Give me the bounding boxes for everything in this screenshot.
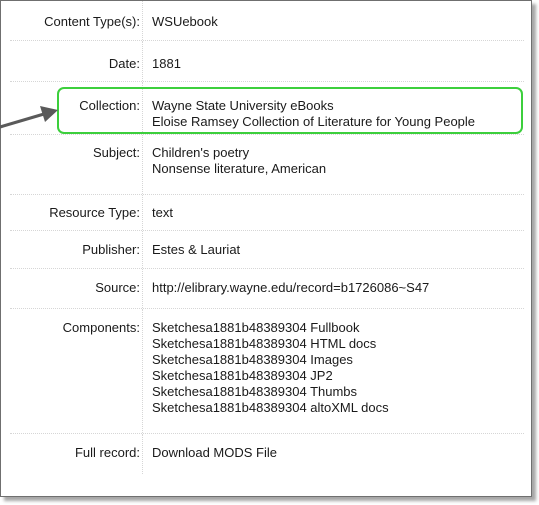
label-resource-type: Resource Type: <box>49 205 140 220</box>
row-full-record: Full record: Download MODS File <box>10 434 524 474</box>
component-link-thumbs[interactable]: Sketchesa1881b48389304 Thumbs <box>152 384 524 400</box>
row-resource-type: Resource Type: text <box>10 195 524 231</box>
row-content-type: Content Type(s): WSUebook <box>10 1 524 41</box>
value-full-record: Download MODS File <box>144 434 524 474</box>
component-link-jp2[interactable]: Sketchesa1881b48389304 JP2 <box>152 368 524 384</box>
label-content-type: Content Type(s): <box>44 14 140 29</box>
row-date: Date: 1881 <box>10 41 524 82</box>
value-collection: Wayne State University eBooks Eloise Ram… <box>144 82 524 134</box>
subject-link-nonsense-literature[interactable]: Nonsense literature, American <box>152 161 524 177</box>
value-content-type: WSUebook <box>144 1 524 40</box>
component-link-html-docs[interactable]: Sketchesa1881b48389304 HTML docs <box>152 336 524 352</box>
row-publisher: Publisher: Estes & Lauriat <box>10 231 524 269</box>
value-subject: Children's poetry Nonsense literature, A… <box>144 135 524 194</box>
publisher-value: Estes & Lauriat <box>152 242 241 257</box>
metadata-panel: Content Type(s): WSUebook Date: 1881 Col… <box>0 0 532 497</box>
resource-type-value: text <box>152 205 173 220</box>
label-components: Components: <box>62 320 140 335</box>
content-type-value: WSUebook <box>152 14 218 29</box>
download-mods-link[interactable]: Download MODS File <box>152 445 524 461</box>
subject-link-childrens-poetry[interactable]: Children's poetry <box>152 145 524 161</box>
row-components: Components: Sketchesa1881b48389304 Fullb… <box>10 309 524 434</box>
value-resource-type: text <box>144 195 524 230</box>
label-source: Source: <box>95 280 140 295</box>
label-publisher: Publisher: <box>82 242 140 257</box>
date-value: 1881 <box>152 56 181 71</box>
arrow-right-icon <box>0 106 58 129</box>
collection-link-eloise-ramsey[interactable]: Eloise Ramsey Collection of Literature f… <box>152 114 524 130</box>
value-publisher: Estes & Lauriat <box>144 231 524 268</box>
component-link-altoxml-docs[interactable]: Sketchesa1881b48389304 altoXML docs <box>152 400 524 416</box>
component-link-images[interactable]: Sketchesa1881b48389304 Images <box>152 352 524 368</box>
value-date: 1881 <box>144 41 524 81</box>
component-link-fullbook[interactable]: Sketchesa1881b48389304 Fullbook <box>152 320 524 336</box>
row-source: Source: http://elibrary.wayne.edu/record… <box>10 269 524 309</box>
row-subject: Subject: Children's poetry Nonsense lite… <box>10 135 524 195</box>
metadata-table: Content Type(s): WSUebook Date: 1881 Col… <box>10 1 524 474</box>
label-subject: Subject: <box>93 145 140 160</box>
row-collection: Collection: Wayne State University eBook… <box>10 82 524 135</box>
source-link[interactable]: http://elibrary.wayne.edu/record=b172608… <box>152 280 524 296</box>
collection-link-wsu-ebooks[interactable]: Wayne State University eBooks <box>152 98 524 114</box>
label-date: Date: <box>108 56 140 71</box>
label-full-record: Full record: <box>74 445 140 460</box>
value-source: http://elibrary.wayne.edu/record=b172608… <box>144 269 524 308</box>
value-components: Sketchesa1881b48389304 Fullbook Sketches… <box>144 309 524 433</box>
